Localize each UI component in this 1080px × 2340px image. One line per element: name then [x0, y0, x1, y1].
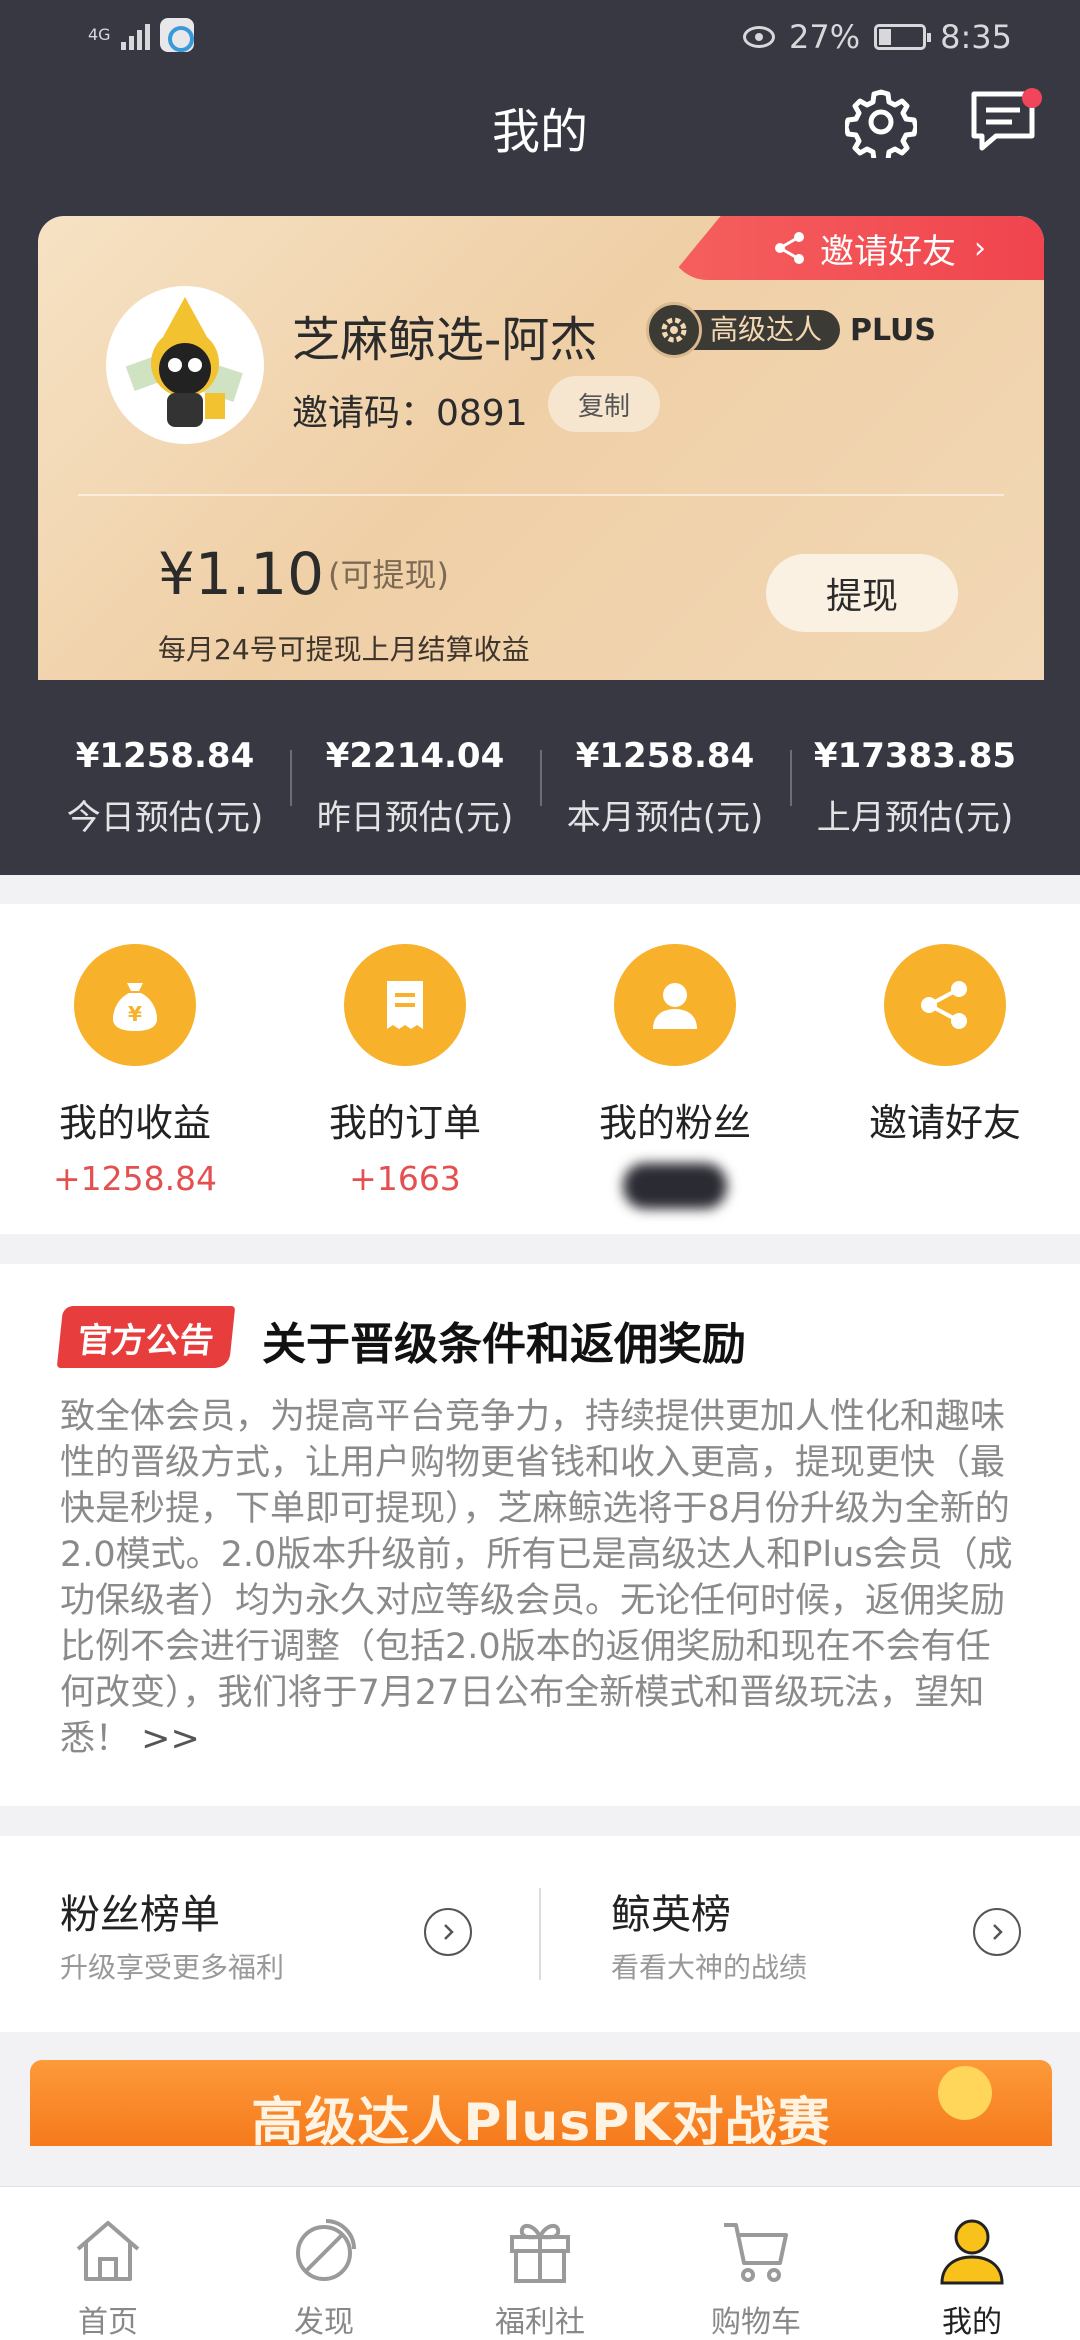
invite-tag-label: 邀请好友 — [820, 231, 956, 272]
stat-value: ¥1258.84 — [75, 736, 255, 776]
cart-icon — [724, 2223, 788, 2282]
elite-ranking[interactable]: 鲸英榜 看看大神的战绩 — [541, 1836, 1080, 2032]
status-bar: 4G 27% 8:35 — [0, 0, 1080, 80]
shortcut-value: +1258.84 — [52, 1159, 218, 1198]
stat-value: ¥1258.84 — [575, 736, 755, 776]
unread-dot — [1022, 88, 1042, 108]
tab-label: 首页 — [78, 2305, 138, 2340]
app-notification-icon — [159, 18, 194, 52]
stat-label: 本月预估(元) — [566, 798, 764, 838]
announcement-text: 致全体会员，为提高平台竞争力，持续提供更加人性化和趣味性的晋级方式，让用户购物更… — [60, 1397, 1013, 1759]
stat-label: 昨日预估(元) — [316, 798, 514, 838]
shortcut-my-fans[interactable]: 我的粉丝 — [540, 904, 810, 1234]
invite-code: 邀请码：0891 — [292, 393, 528, 434]
balance-note: (可提现) — [328, 556, 449, 594]
shortcut-value: +1663 — [349, 1159, 461, 1198]
tab-home[interactable]: 首页 — [0, 2187, 216, 2340]
tab-cart[interactable]: 购物车 — [648, 2187, 864, 2340]
avatar[interactable] — [106, 286, 264, 444]
stat-label: 上月预估(元) — [816, 798, 1014, 838]
stat-value: ¥2214.04 — [325, 736, 505, 776]
card-divider — [78, 494, 1004, 496]
shortcut-my-orders[interactable]: 我的订单 +1663 — [270, 904, 540, 1234]
stat-this-month[interactable]: ¥1258.84 本月预估(元) — [540, 700, 790, 850]
redacted-fan-count — [623, 1163, 727, 1209]
balance-hint: 每月24号可提现上月结算收益 — [158, 633, 530, 666]
level-badge: 高级达人 PLUS — [646, 302, 937, 358]
shortcut-label: 邀请好友 — [868, 1101, 1021, 1145]
messages-button[interactable] — [968, 86, 1042, 158]
level-gear-icon — [646, 302, 702, 358]
shortcut-label: 我的粉丝 — [598, 1101, 751, 1145]
announcement[interactable]: 官方公告 关于晋级条件和返佣奖励 致全体会员，为提高平台竞争力，持续提供更加人性… — [0, 1264, 1080, 1806]
announcement-title: 关于晋级条件和返佣奖励 — [262, 1319, 746, 1370]
money-bag-icon: ¥ — [74, 944, 196, 1066]
banner-text: 高级达人PlusPK对战赛 — [251, 2093, 831, 2146]
withdrawable-balance: ¥1.10 — [158, 540, 325, 608]
announcement-body: 致全体会员，为提高平台竞争力，持续提供更加人性化和趣味性的晋级方式，让用户购物更… — [60, 1394, 1020, 1762]
stat-today[interactable]: ¥1258.84 今日预估(元) — [40, 700, 290, 850]
chevron-right-icon: › — [974, 230, 986, 266]
profile-icon — [940, 2219, 1004, 2285]
tab-label: 购物车 — [711, 2305, 801, 2340]
stat-last-month[interactable]: ¥17383.85 上月预估(元) — [790, 700, 1040, 850]
share-icon — [775, 232, 804, 264]
chevron-right-icon — [973, 1908, 1021, 1956]
shortcut-invite-friends[interactable]: 邀请好友 — [810, 904, 1080, 1234]
read-more-link[interactable]: >> — [141, 1719, 200, 1759]
gift-icon — [510, 2224, 570, 2283]
copy-button[interactable]: 复制 — [548, 376, 660, 432]
tab-label: 发现 — [294, 2305, 354, 2340]
chevron-right-icon — [424, 1908, 472, 1956]
shortcut-my-earnings[interactable]: ¥ 我的收益 +1258.84 — [0, 904, 270, 1234]
battery-icon — [874, 24, 932, 50]
page-title: 我的 — [491, 104, 588, 160]
gear-icon — [843, 89, 919, 165]
shortcut-label: 我的订单 — [328, 1101, 481, 1145]
ranking-subtitle: 看看大神的战绩 — [611, 1951, 808, 1984]
plus-label: PLUS — [850, 312, 937, 348]
invite-friends-tag[interactable]: 邀请好友 › — [668, 216, 1044, 280]
home-icon — [76, 2221, 140, 2281]
stat-yesterday[interactable]: ¥2214.04 昨日预估(元) — [290, 700, 540, 850]
network-type: 4G — [88, 25, 111, 44]
receipt-icon — [344, 944, 466, 1066]
level-label: 高级达人 — [688, 310, 841, 350]
tab-discover[interactable]: 发现 — [216, 2187, 432, 2340]
ranking-title: 鲸英榜 — [611, 1892, 731, 1938]
person-icon — [614, 944, 736, 1066]
share-icon — [884, 944, 1006, 1066]
compass-icon — [296, 2219, 356, 2281]
announcement-tag: 官方公告 — [56, 1306, 236, 1368]
ranking-subtitle: 升级享受更多福利 — [60, 1951, 285, 1984]
stat-value: ¥17383.85 — [813, 736, 1017, 776]
battery-percent: 27% — [789, 18, 861, 56]
bottom-tab-bar: 首页 发现 福利社 购物车 我的 — [0, 2186, 1080, 2340]
fans-ranking[interactable]: 粉丝榜单 升级享受更多福利 — [0, 1836, 539, 2032]
tab-me[interactable]: 我的 — [864, 2187, 1080, 2340]
rankings: 粉丝榜单 升级享受更多福利 鲸英榜 看看大神的战绩 — [0, 1836, 1080, 2032]
withdraw-button[interactable]: 提现 — [766, 554, 958, 632]
tab-label: 我的 — [942, 2305, 1002, 2340]
earnings-stats: ¥1258.84 今日预估(元) ¥2214.04 昨日预估(元) ¥1258.… — [0, 700, 1080, 850]
svg-text:¥: ¥ — [128, 1002, 142, 1026]
clock: 8:35 — [940, 18, 1012, 56]
tab-welfare[interactable]: 福利社 — [432, 2187, 648, 2340]
pk-contest-banner[interactable]: 高级达人PlusPK对战赛 — [30, 2060, 1052, 2146]
signal-icon — [120, 20, 150, 50]
profile-card: 邀请好友 › 芝麻鲸选-阿杰 高级达人 PLUS 邀请码：0891 复制 ¥1.… — [38, 216, 1044, 680]
eye-comfort-icon — [743, 26, 776, 48]
tab-label: 福利社 — [495, 2305, 585, 2340]
shortcut-label: 我的收益 — [58, 1101, 211, 1145]
ranking-title: 粉丝榜单 — [60, 1892, 220, 1938]
stat-label: 今日预估(元) — [66, 798, 264, 838]
settings-button[interactable] — [843, 86, 919, 165]
user-name: 芝麻鲸选-阿杰 — [292, 312, 598, 368]
shortcut-grid: ¥ 我的收益 +1258.84 我的订单 +1663 我的粉丝 邀请好友 — [0, 904, 1080, 1234]
